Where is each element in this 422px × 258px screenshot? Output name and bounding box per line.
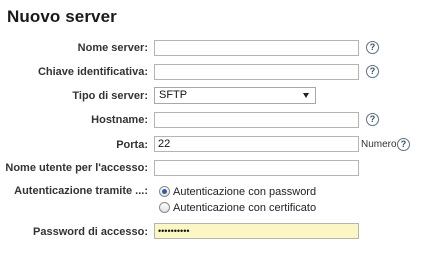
auth-certificate-radio[interactable]: [159, 202, 170, 213]
hostname-label: Hostname:: [91, 114, 148, 126]
key-label: Chiave identificativa:: [37, 66, 148, 78]
server-type-select[interactable]: SFTP: [154, 87, 316, 104]
port-unit-label: Numero: [361, 139, 397, 150]
server-type-value: SFTP: [159, 89, 188, 101]
username-input[interactable]: [154, 160, 359, 176]
auth-password-label[interactable]: Autenticazione con password: [173, 186, 316, 198]
auth-certificate-label[interactable]: Autenticazione con certificato: [173, 202, 316, 214]
chevron-down-icon: [303, 93, 309, 98]
port-label: Porta:: [116, 139, 148, 151]
key-input[interactable]: [154, 64, 359, 80]
hostname-input[interactable]: [154, 112, 359, 128]
help-icon[interactable]: ?: [366, 41, 379, 54]
auth-password-radio[interactable]: [159, 186, 170, 197]
password-input[interactable]: [154, 223, 359, 239]
port-input[interactable]: [154, 136, 359, 152]
page-title: Nuovo server: [7, 7, 117, 26]
server-type-label: Tipo di server:: [72, 90, 148, 102]
help-icon[interactable]: ?: [366, 65, 379, 78]
password-label: Password di accesso:: [33, 226, 148, 238]
help-icon[interactable]: ?: [397, 138, 410, 151]
username-label: Nome utente per l'accesso:: [5, 162, 148, 174]
auth-label: Autenticazione tramite ...:: [14, 185, 148, 197]
server-name-label: Nome server:: [77, 42, 148, 54]
help-icon[interactable]: ?: [366, 113, 379, 126]
server-name-input[interactable]: [154, 40, 359, 56]
